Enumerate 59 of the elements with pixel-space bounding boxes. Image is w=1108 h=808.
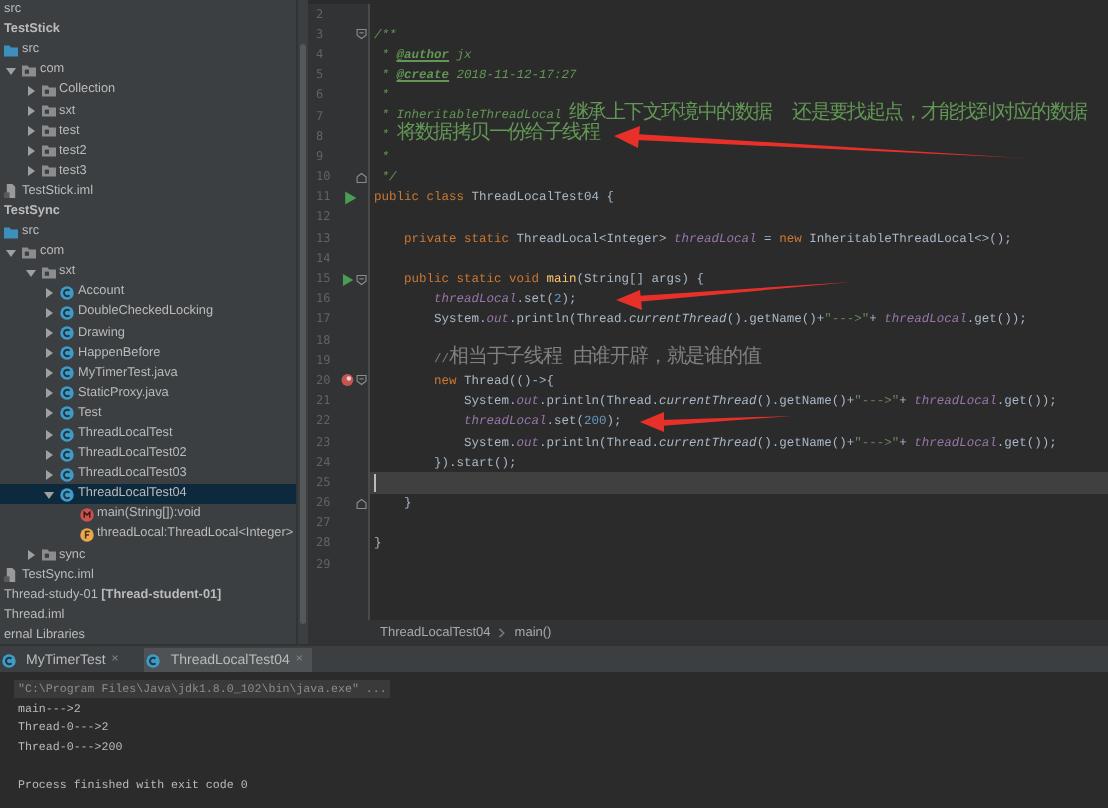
class-icon	[60, 386, 74, 401]
collapse-arrow-icon[interactable]	[25, 85, 35, 96]
run-icon[interactable]	[340, 271, 355, 288]
file-icon	[4, 568, 18, 583]
class-icon	[60, 366, 74, 381]
collapse-arrow-icon[interactable]	[44, 429, 54, 440]
class-icon	[60, 326, 74, 341]
field-icon	[79, 527, 93, 542]
class-icon	[60, 406, 74, 421]
file-icon	[4, 184, 18, 199]
expand-arrow-icon[interactable]	[6, 65, 16, 76]
package-folder-icon	[41, 144, 55, 159]
class-icon	[146, 653, 161, 667]
chevron-icon	[498, 627, 507, 637]
class-icon	[60, 346, 74, 361]
collapse-arrow-icon[interactable]	[44, 307, 54, 318]
class-icon	[2, 653, 16, 667]
class-icon	[60, 285, 74, 300]
package-folder-icon	[41, 104, 55, 119]
collapse-arrow-icon[interactable]	[25, 146, 35, 157]
collapse-arrow-icon[interactable]	[44, 328, 54, 339]
expand-arrow-icon[interactable]	[25, 267, 35, 278]
fold-icon[interactable]	[356, 497, 368, 510]
method-icon	[79, 507, 93, 522]
collapse-arrow-icon[interactable]	[44, 388, 54, 399]
fold-icon[interactable]	[356, 171, 368, 184]
collapse-arrow-icon[interactable]	[44, 368, 54, 379]
class-icon	[60, 427, 74, 442]
folder-icon	[4, 43, 18, 58]
collapse-arrow-icon[interactable]	[25, 166, 35, 177]
class-icon	[60, 305, 74, 320]
package-folder-icon	[41, 265, 55, 280]
class-icon	[60, 487, 74, 502]
fold-icon[interactable]	[356, 374, 368, 387]
fold-icon[interactable]	[356, 273, 368, 286]
text-caret	[374, 473, 376, 492]
collapse-arrow-icon[interactable]	[25, 126, 35, 137]
run-icon[interactable]	[342, 189, 358, 206]
package-folder-icon	[41, 83, 55, 98]
expand-arrow-icon[interactable]	[6, 247, 16, 258]
collapse-arrow-icon[interactable]	[44, 469, 54, 480]
package-folder-icon	[41, 548, 55, 563]
scrollbar-thumb[interactable]	[300, 44, 306, 624]
class-icon	[60, 467, 74, 482]
collapse-arrow-icon[interactable]	[44, 348, 54, 359]
folder-icon	[4, 225, 18, 240]
collapse-arrow-icon[interactable]	[44, 408, 54, 419]
package-folder-icon	[22, 245, 36, 260]
collapse-arrow-icon[interactable]	[44, 287, 54, 298]
package-folder-icon	[41, 124, 55, 139]
breakpoint-icon[interactable]	[340, 372, 355, 389]
collapse-arrow-icon[interactable]	[44, 449, 54, 460]
collapse-arrow-icon[interactable]	[25, 106, 35, 117]
expand-arrow-icon[interactable]	[44, 489, 54, 500]
class-icon	[60, 447, 74, 462]
package-folder-icon	[41, 164, 55, 179]
package-folder-icon	[22, 63, 36, 78]
collapse-arrow-icon[interactable]	[25, 550, 35, 561]
fold-icon[interactable]	[356, 28, 368, 41]
